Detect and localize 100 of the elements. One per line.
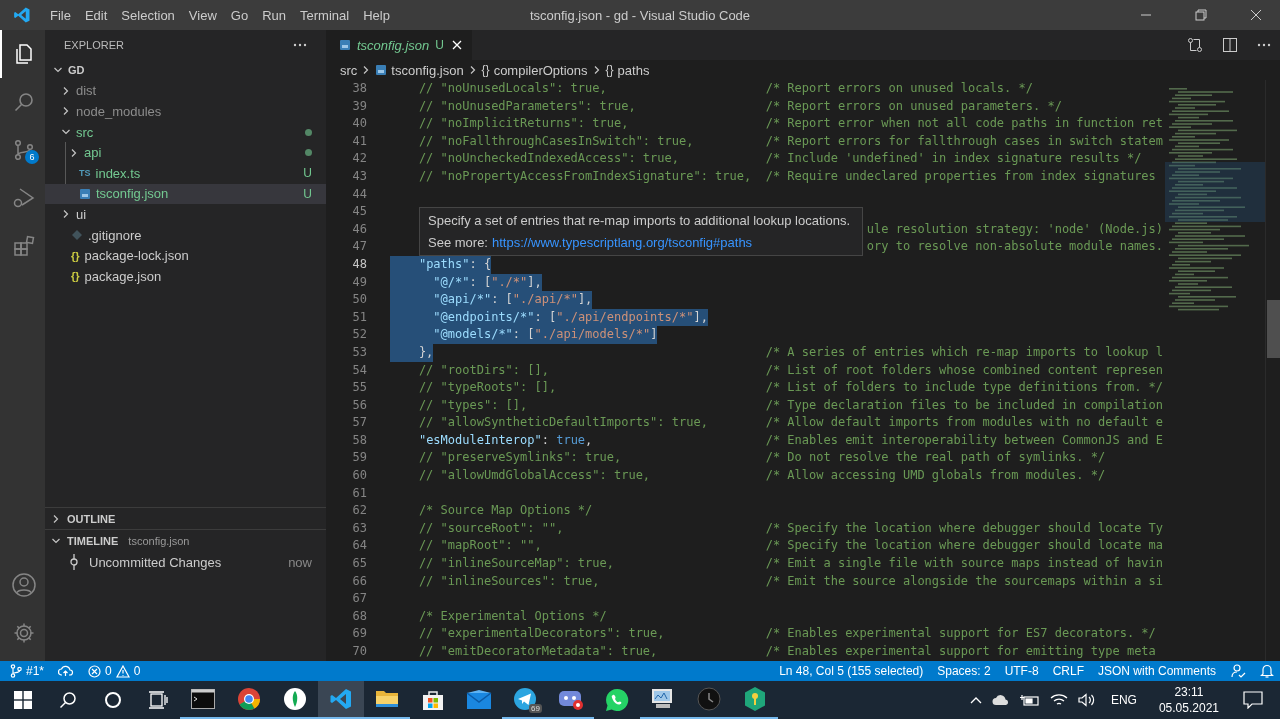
file-tree-item[interactable]: api xyxy=(45,142,326,163)
line-number: 42 xyxy=(351,150,368,168)
branch-status[interactable]: #1* xyxy=(10,664,45,678)
line-number: 39 xyxy=(351,97,368,115)
line-number: 67 xyxy=(351,590,368,608)
code-text: // "noFallthroughCasesInSwitch": true, xyxy=(417,132,694,150)
more-icon[interactable] xyxy=(1257,43,1271,47)
menu-item[interactable]: File xyxy=(43,7,78,23)
docs-link[interactable]: https://www.typescriptlang.org/tsconfig#paths xyxy=(492,235,753,250)
code-text: // "types": [], xyxy=(417,396,528,414)
code-comment: ory to resolve non-absolute module names. xyxy=(866,238,1164,256)
chevron-up-icon[interactable] xyxy=(969,696,982,704)
cloud-icon[interactable] xyxy=(991,694,1010,706)
code-text: // "experimentalDecorators": true, xyxy=(417,625,665,643)
input-language[interactable]: ENG xyxy=(1110,693,1137,707)
tooltip-text: Specify a set of entries that re-map imports to additional lookup locations. xyxy=(428,213,851,228)
scrollbar-thumb[interactable] xyxy=(1267,300,1280,358)
config-file-icon xyxy=(339,39,351,51)
menu-item[interactable]: Help xyxy=(356,7,397,23)
cursor-position[interactable]: Ln 48, Col 5 (155 selected) xyxy=(779,664,924,678)
code-comment: /* Do not resolve the real path of symlinks. */ xyxy=(765,449,1106,467)
search-icon[interactable] xyxy=(58,691,77,709)
menu-item[interactable]: Selection xyxy=(114,7,182,23)
code-comment: /* Report errors on unused locals. */ xyxy=(765,80,1033,97)
file-tree-item[interactable]: {} package.json xyxy=(45,265,326,287)
panel-title: EXPLORER xyxy=(64,39,124,51)
warning-icon xyxy=(115,664,130,678)
file-tree-item[interactable]: ui xyxy=(45,204,326,225)
file-tree-item[interactable]: .gitignore xyxy=(45,224,326,246)
compare-icon[interactable] xyxy=(1187,37,1203,53)
breadcrumb-item[interactable]: tsconfig.json xyxy=(391,62,464,78)
clock[interactable]: 23:11 05.05.2021 xyxy=(1158,684,1219,716)
code-text: "@api/*": ["./api/*"], xyxy=(390,291,593,309)
menu-item[interactable]: Edit xyxy=(77,7,115,23)
clock-icon xyxy=(697,687,721,711)
git-status-label: U xyxy=(303,166,312,181)
file-tree-item[interactable]: {} package-lock.json xyxy=(45,245,326,266)
code-comment: /* Allow default imports from modules with no default e xyxy=(765,414,1164,432)
timeline-item[interactable]: Uncommitted Changes now xyxy=(45,551,326,573)
more-icon[interactable] xyxy=(293,43,307,47)
problems-status[interactable]: 0 0 xyxy=(88,664,141,678)
chat-phone-icon xyxy=(605,688,629,712)
shopping-bag-icon xyxy=(421,688,445,712)
cloud-sync-icon[interactable] xyxy=(58,665,75,677)
restore-icon[interactable] xyxy=(1195,9,1207,21)
activity-bar-item[interactable]: 6 xyxy=(0,126,45,174)
notification-icon[interactable] xyxy=(1243,691,1263,709)
line-number: 68 xyxy=(351,607,368,625)
menu-item[interactable]: View xyxy=(181,7,224,23)
speaker-icon[interactable] xyxy=(1077,693,1096,707)
code-text: /* Experimental Options */ xyxy=(417,607,607,625)
feedback-icon[interactable] xyxy=(1230,663,1246,679)
file-tree-item[interactable]: GD xyxy=(45,60,326,81)
menu-item[interactable]: Terminal xyxy=(293,7,357,23)
close-icon[interactable] xyxy=(1250,9,1262,21)
line-number: 43 xyxy=(351,167,368,185)
battery-icon[interactable] xyxy=(1019,694,1040,706)
breadcrumb-item[interactable]: compilerOptions xyxy=(493,62,588,78)
code-text: "paths": { xyxy=(390,255,492,274)
line-number: 44 xyxy=(351,185,368,203)
breadcrumb-item[interactable]: paths xyxy=(617,62,650,78)
breadcrumb-item[interactable]: src xyxy=(340,62,358,78)
file-tree-item[interactable]: dist xyxy=(45,80,326,102)
code-text: // "inlineSources": true, xyxy=(417,572,600,590)
key-shield-icon xyxy=(743,686,767,712)
count-badge: 6 xyxy=(25,150,39,164)
file-tree-item[interactable]: TS index.ts U xyxy=(45,162,326,184)
file-tree-item[interactable]: tsconfig.json U xyxy=(45,183,326,205)
split-editor-icon[interactable] xyxy=(1222,37,1238,53)
windows-logo-icon xyxy=(13,691,32,709)
taskbar-app[interactable]: 69 xyxy=(502,681,548,719)
circle-icon[interactable] xyxy=(103,691,122,709)
wifi-icon[interactable] xyxy=(1049,693,1068,707)
line-number: 63 xyxy=(351,519,368,537)
menu-item[interactable]: Run xyxy=(255,7,293,23)
file-tree-item[interactable]: src xyxy=(45,121,326,143)
code-text: // "noPropertyAccessFromIndexSignature": true, xyxy=(417,167,752,185)
line-number: 55 xyxy=(351,379,368,397)
section-header[interactable]: TIMELINE tsconfig.json xyxy=(45,529,326,551)
line-number: 48 xyxy=(351,255,368,273)
notification-bell-icon[interactable] xyxy=(1260,663,1274,679)
code-text: /* Source Map Options */ xyxy=(417,502,593,520)
code-text: // "mapRoot": "", xyxy=(417,537,542,555)
code-text: // "allowUmdGlobalAccess": true, xyxy=(417,467,651,485)
line-ending-status[interactable]: CRLF xyxy=(1052,664,1084,678)
line-number: 47 xyxy=(351,238,368,256)
indentation-status[interactable]: Spaces: 2 xyxy=(937,664,991,678)
language-mode[interactable]: JSON with Comments xyxy=(1097,664,1216,678)
git-status-label: U xyxy=(303,186,312,201)
modified-dot xyxy=(305,149,312,157)
menu-item[interactable]: Go xyxy=(223,7,256,23)
error-icon xyxy=(88,664,102,678)
task-view-icon[interactable] xyxy=(147,691,168,709)
encoding-status[interactable]: UTF-8 xyxy=(1004,664,1039,678)
code-comment: /* Specify the location where debugger should locate ma xyxy=(765,537,1164,555)
section-header[interactable]: OUTLINE xyxy=(45,507,326,529)
code-text: "@endpoints/*": ["./api/endpoints/*"], xyxy=(390,308,708,327)
editor-tab[interactable]: tsconfig.json U xyxy=(326,30,472,60)
commit-icon xyxy=(69,554,79,570)
file-tree-item[interactable]: node_modules xyxy=(45,101,326,122)
